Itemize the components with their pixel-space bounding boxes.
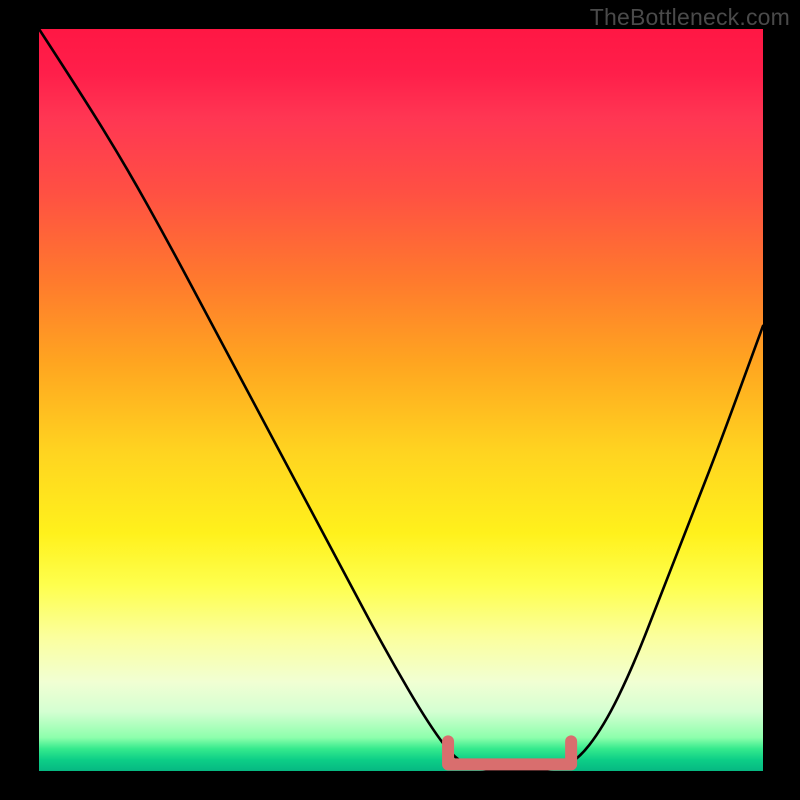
basin-marker bbox=[448, 741, 571, 764]
bottleneck-curve bbox=[39, 29, 763, 771]
chart-frame: TheBottleneck.com bbox=[0, 0, 800, 800]
plot-area bbox=[39, 29, 763, 771]
curve-overlay bbox=[39, 29, 763, 771]
watermark-text: TheBottleneck.com bbox=[590, 4, 790, 31]
